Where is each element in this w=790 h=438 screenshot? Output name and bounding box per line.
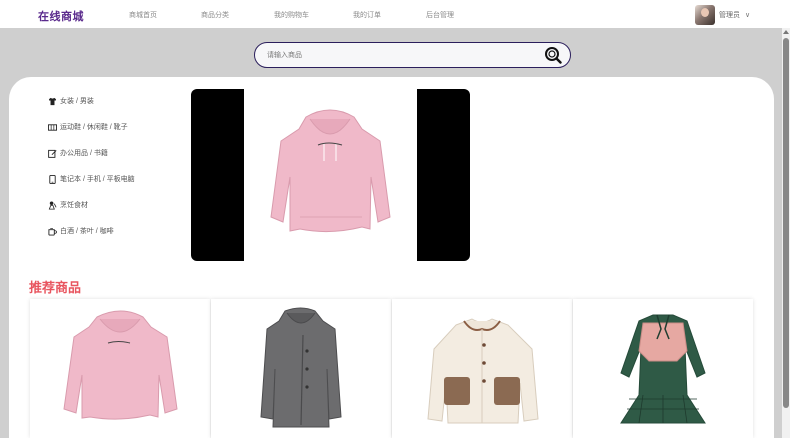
- category-item-clothing[interactable]: 女装 / 男装: [48, 96, 94, 106]
- product-image-gray-coat: [260, 307, 342, 428]
- category-item-office[interactable]: 办公用品 / 书籍: [48, 148, 108, 158]
- chef-icon: [48, 200, 57, 210]
- category-label: 烹饪食材: [60, 202, 88, 209]
- banner-image-pink-hoodie: [244, 89, 417, 261]
- site-logo[interactable]: 在线商城: [38, 8, 84, 24]
- product-card[interactable]: [30, 299, 210, 438]
- product-card[interactable]: [211, 299, 391, 438]
- scroll-up-arrow-icon[interactable]: [783, 30, 789, 34]
- category-label: 运动鞋 / 休闲鞋 / 靴子: [60, 124, 128, 131]
- category-item-electronics[interactable]: 笔记本 / 手机 / 平板电脑: [48, 174, 135, 184]
- product-card[interactable]: [573, 299, 753, 438]
- shirt-icon: [48, 97, 57, 106]
- user-menu[interactable]: 管理员 ∨: [695, 5, 750, 25]
- category-item-shoes[interactable]: 运动鞋 / 休闲鞋 / 靴子: [48, 122, 128, 132]
- category-item-cooking[interactable]: 烹饪食材: [48, 200, 88, 210]
- category-label: 女装 / 男装: [60, 98, 94, 105]
- scrollbar[interactable]: [782, 28, 790, 438]
- nav-home[interactable]: 商城首页: [129, 10, 157, 20]
- search-input[interactable]: [267, 49, 537, 61]
- category-label: 办公用品 / 书籍: [60, 150, 108, 157]
- chevron-down-icon: ∨: [745, 12, 751, 19]
- cup-icon: [48, 227, 57, 236]
- nav-categories[interactable]: 商品分类: [201, 10, 229, 20]
- nav-admin[interactable]: 后台管理: [426, 10, 454, 20]
- avatar: [695, 5, 715, 25]
- category-label: 笔记本 / 手机 / 平板电脑: [60, 176, 135, 183]
- product-card[interactable]: [392, 299, 572, 438]
- product-image-cream-fleece-jacket: [427, 318, 539, 424]
- category-label: 白酒 / 茶叶 / 咖啡: [60, 228, 114, 235]
- product-image-green-plaid-dress: [620, 314, 706, 424]
- phone-icon: [48, 174, 57, 184]
- banner-carousel[interactable]: [191, 89, 470, 261]
- recommend-title: 推荐商品: [29, 280, 82, 295]
- edit-icon: [48, 149, 57, 158]
- nav-cart[interactable]: 我的购物车: [274, 10, 309, 20]
- product-image-pink-hoodie: [63, 310, 178, 420]
- search-bar: [254, 42, 571, 68]
- category-item-drinks[interactable]: 白酒 / 茶叶 / 咖啡: [48, 226, 114, 236]
- scrollbar-thumb[interactable]: [783, 38, 789, 408]
- search-icon[interactable]: [544, 46, 562, 64]
- nav-orders[interactable]: 我的订单: [353, 10, 381, 20]
- shoe-box-icon: [48, 123, 57, 132]
- top-nav-bar: 在线商城 商城首页 商品分类 我的购物车 我的订单 后台管理 管理员 ∨: [0, 0, 790, 28]
- user-name: 管理员: [719, 12, 740, 19]
